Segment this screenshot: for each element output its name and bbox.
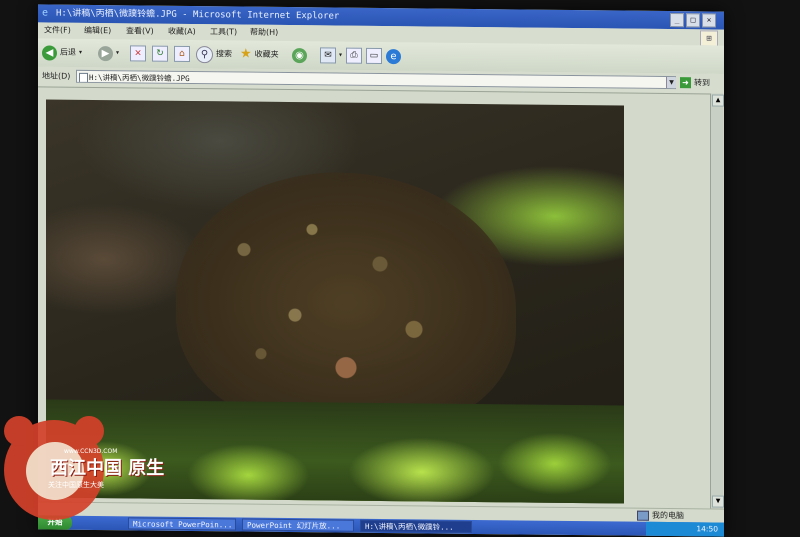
star-icon: ★ [240,46,252,62]
edit-button[interactable]: ▭ [366,47,382,65]
clock: 14:50 [696,524,718,534]
go-arrow-icon: ➜ [680,77,691,89]
menu-tools[interactable]: 工具(T) [210,24,237,40]
printer-icon: ⎙ [346,47,362,64]
moss-ground [46,399,624,504]
start-button[interactable]: 开始 [38,515,72,530]
page-content [38,86,710,510]
address-dropdown-icon[interactable]: ▼ [666,76,676,89]
maximize-button[interactable]: □ [686,13,700,28]
task-ie-image[interactable]: H:\讲稿\丙栖\微蹼铃... [360,519,472,533]
favorites-label: 收藏夹 [254,49,279,59]
chevron-down-icon: ▾ [339,51,343,59]
projected-screen: e H:\讲稿\丙栖\微蹼铃蟾.JPG - Microsoft Internet… [38,4,724,537]
menu-view[interactable]: 查看(V) [126,23,154,39]
toad-body [176,170,516,435]
document-icon [79,72,88,83]
computer-icon [637,510,649,521]
home-icon: ⌂ [174,45,190,62]
forward-button[interactable]: ▶ ▾ [98,44,119,62]
back-label: 后退 [60,47,76,57]
system-tray: 14:50 [646,521,724,537]
chevron-down-icon: ▾ [116,49,120,57]
menu-edit[interactable]: 编辑(E) [84,23,111,39]
go-button[interactable]: ➜ 转到 [680,76,710,89]
address-value: H:\讲稿\丙栖\微蹼铃蟾.JPG [89,72,190,83]
media-button[interactable]: ◉ [292,46,307,64]
mail-button[interactable]: ✉ ▾ [320,46,342,64]
address-input[interactable]: H:\讲稿\丙栖\微蹼铃蟾.JPG [76,69,676,90]
search-icon: ⚲ [196,45,213,63]
window-controls: _ □ × [670,13,716,28]
close-button[interactable]: × [702,13,716,28]
stop-button[interactable]: × [130,44,146,62]
search-label: 搜索 [216,49,232,59]
ie-logo-icon: e [386,48,401,64]
task-powerpoint[interactable]: Microsoft PowerPoin... [128,517,236,531]
mail-icon: ✉ [320,47,336,64]
edit-icon: ▭ [366,47,382,65]
menu-favorites[interactable]: 收藏(A) [168,24,196,40]
scroll-up-icon[interactable]: ▲ [712,94,724,107]
address-label: 地址(D) [42,71,71,81]
ie-icon: e [42,7,49,19]
media-icon: ◉ [292,47,307,63]
back-button[interactable]: ◀ 后退 ▾ [42,43,82,61]
menu-help[interactable]: 帮助(H) [250,25,278,41]
menu-file[interactable]: 文件(F) [44,22,71,38]
minimize-button[interactable]: _ [670,13,684,28]
task-slideshow[interactable]: PowerPoint 幻灯片放... [242,518,354,532]
refresh-button[interactable]: ↻ [152,45,168,63]
vertical-scrollbar[interactable]: ▲ ▼ [710,93,724,509]
search-button[interactable]: ⚲ 搜索 [196,45,232,63]
messenger-button[interactable]: e [386,47,401,65]
home-button[interactable]: ⌂ [174,45,190,63]
go-label: 转到 [694,78,710,88]
stop-icon: × [130,45,146,62]
refresh-icon: ↻ [152,45,168,62]
scroll-down-icon[interactable]: ▼ [712,495,724,508]
toad-photo [46,99,624,504]
favorites-button[interactable]: ★ 收藏夹 [240,46,279,64]
chevron-down-icon: ▾ [79,48,83,56]
forward-arrow-icon: ▶ [98,45,113,61]
windows-flag-icon: ⊞ [700,30,718,47]
back-arrow-icon: ◀ [42,44,57,61]
print-button[interactable]: ⎙ [346,47,362,65]
